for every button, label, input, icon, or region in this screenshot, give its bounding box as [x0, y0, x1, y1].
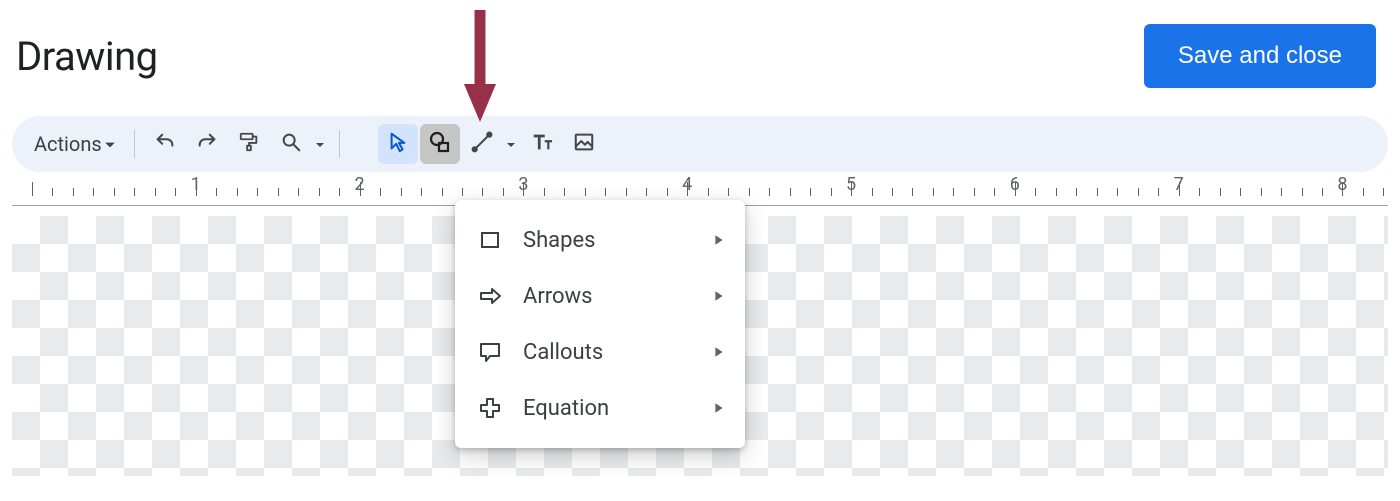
line-tool-dropdown[interactable] [502, 135, 520, 154]
ruler-label: 1 [191, 174, 201, 195]
ruler-label: 7 [1174, 174, 1184, 195]
paint-roller-icon [238, 131, 260, 157]
dialog-title: Drawing [16, 33, 158, 80]
line-tool-button[interactable] [462, 124, 502, 164]
toolbar-separator [134, 130, 135, 158]
line-icon [471, 131, 493, 157]
submenu-arrow-icon [713, 399, 725, 418]
shape-tool-button[interactable] [420, 124, 460, 164]
menu-item-shapes[interactable]: Shapes [455, 212, 745, 268]
ruler-label: 6 [1010, 174, 1020, 195]
ruler-label: 2 [355, 174, 365, 195]
actions-menu[interactable]: Actions [26, 126, 124, 162]
ruler-label: 8 [1337, 174, 1347, 195]
callout-icon [475, 337, 505, 367]
undo-button[interactable] [145, 124, 185, 164]
zoom-button-group [271, 124, 329, 164]
caret-down-icon [315, 135, 325, 154]
redo-icon [196, 131, 218, 157]
line-tool-group [462, 124, 520, 164]
select-tool-button[interactable] [378, 124, 418, 164]
zoom-button[interactable] [271, 124, 311, 164]
menu-item-callouts[interactable]: Callouts [455, 324, 745, 380]
menu-item-label: Callouts [523, 340, 713, 365]
shape-icon [428, 130, 452, 158]
image-icon [573, 131, 595, 157]
save-and-close-button[interactable]: Save and close [1144, 24, 1376, 88]
arrow-shape-icon [475, 281, 505, 311]
zoom-dropdown[interactable] [311, 135, 329, 154]
caret-down-icon [104, 132, 116, 156]
menu-item-label: Shapes [523, 228, 713, 253]
drawing-toolbar: Actions [12, 116, 1388, 172]
menu-item-arrows[interactable]: Arrows [455, 268, 745, 324]
caret-down-icon [506, 135, 516, 154]
ruler-label: 3 [518, 174, 528, 195]
undo-icon [154, 131, 176, 157]
dialog-header: Drawing Save and close [0, 0, 1400, 116]
menu-item-equation[interactable]: Equation [455, 380, 745, 436]
plus-icon [475, 393, 505, 423]
text-box-button[interactable] [522, 124, 562, 164]
redo-button[interactable] [187, 124, 227, 164]
shape-dropdown-menu: Shapes Arrows Callouts [455, 200, 745, 448]
menu-item-label: Equation [523, 396, 713, 421]
ruler-label: 4 [682, 174, 692, 195]
rectangle-icon [475, 225, 505, 255]
submenu-arrow-icon [713, 231, 725, 250]
submenu-arrow-icon [713, 287, 725, 306]
ruler-label: 5 [846, 174, 856, 195]
actions-menu-label: Actions [34, 132, 102, 156]
image-button[interactable] [564, 124, 604, 164]
menu-item-label: Arrows [523, 284, 713, 309]
text-icon [531, 131, 553, 157]
submenu-arrow-icon [713, 343, 725, 362]
zoom-icon [280, 131, 302, 157]
cursor-icon [387, 131, 409, 157]
toolbar-separator [339, 130, 340, 158]
paint-format-button[interactable] [229, 124, 269, 164]
